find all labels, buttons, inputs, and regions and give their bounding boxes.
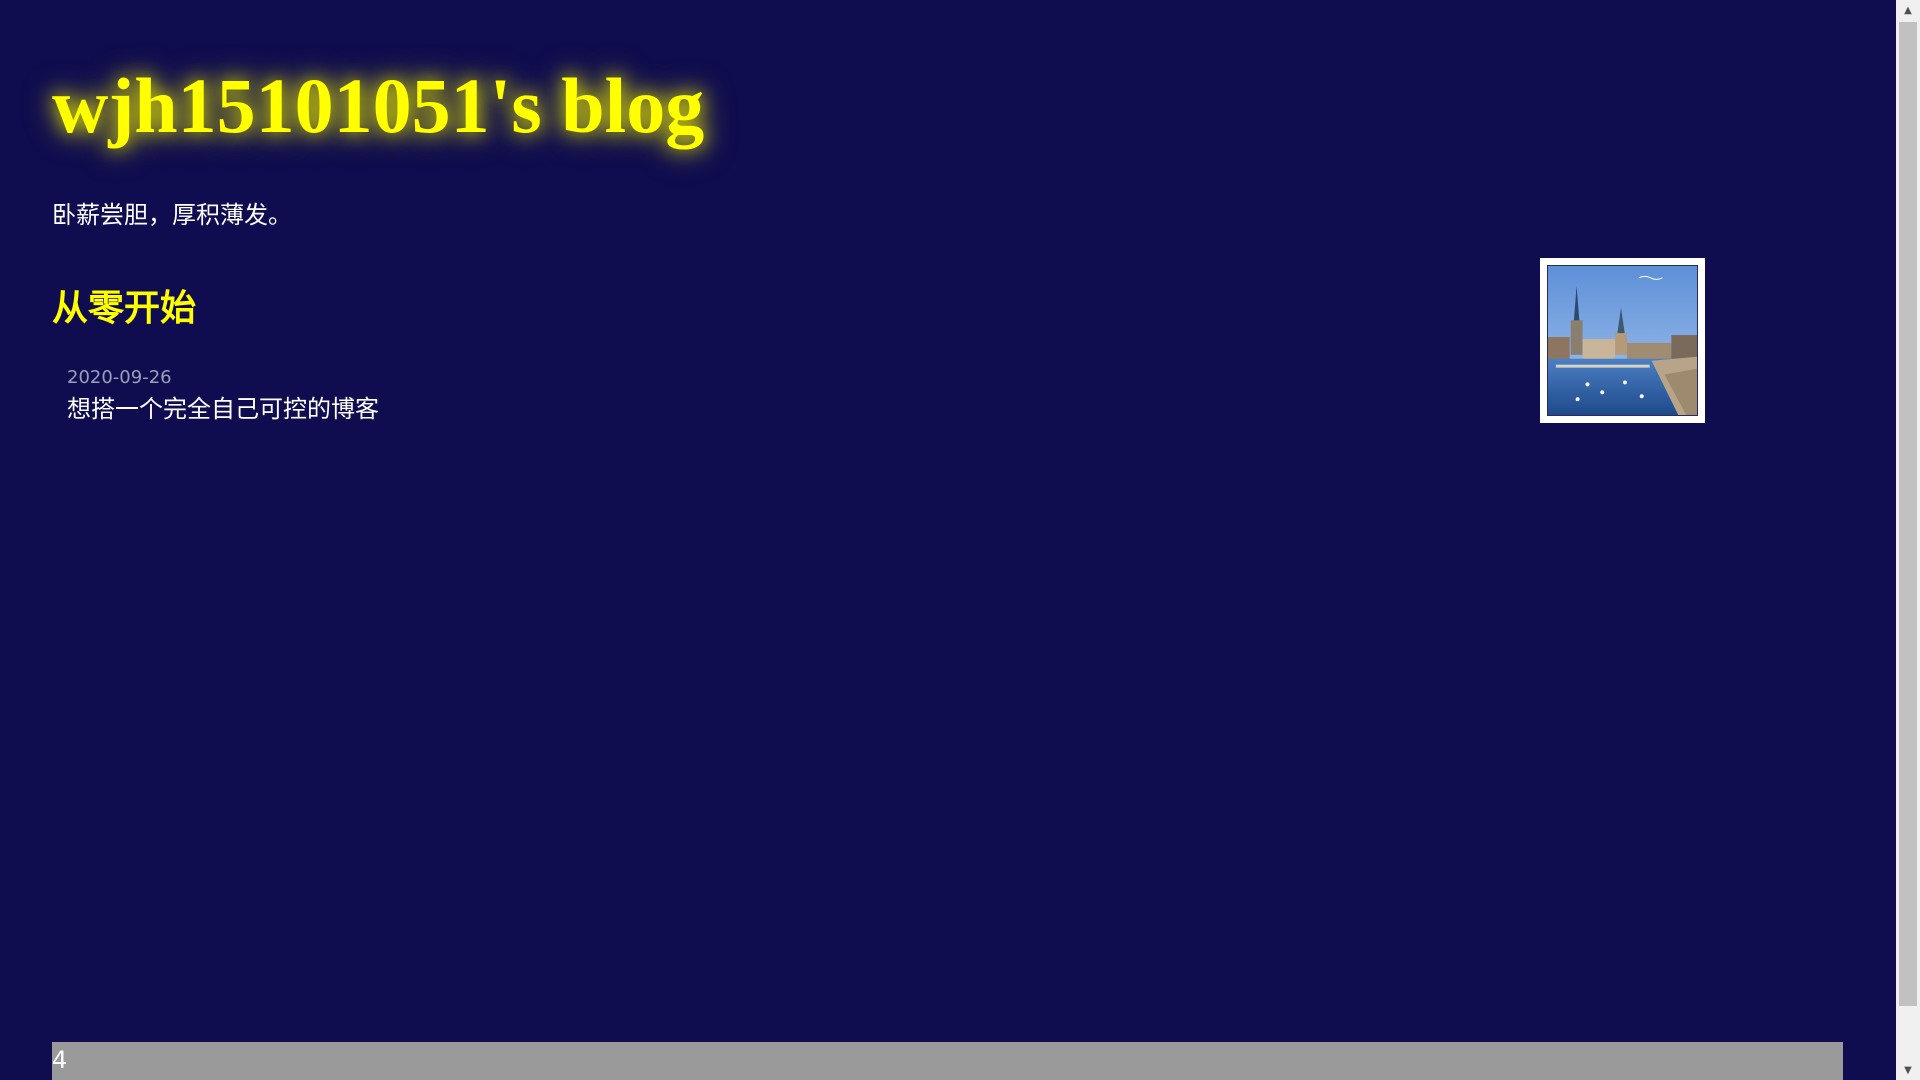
post-item: 2020-09-26 想搭一个完全自己可控的博客 bbox=[67, 365, 379, 425]
post-title-link[interactable]: 想搭一个完全自己可控的博客 bbox=[67, 393, 379, 425]
avatar-image bbox=[1547, 265, 1698, 416]
blog-tagline: 卧薪尝胆，厚积薄发。 bbox=[52, 201, 292, 229]
avatar bbox=[1540, 258, 1705, 423]
blog-title[interactable]: wjh15101051's blog bbox=[52, 56, 704, 156]
post-date: 2020-09-26 bbox=[67, 367, 172, 388]
scroll-thumb[interactable] bbox=[1899, 22, 1917, 1006]
blog-page: wjh15101051's blog 卧薪尝胆，厚积薄发。 从零开始 2020-… bbox=[0, 0, 1896, 1080]
section-title: 从零开始 bbox=[52, 288, 197, 329]
scroll-down-arrow-icon[interactable]: ▼ bbox=[1896, 1060, 1920, 1080]
vertical-scrollbar[interactable]: ▲ ▼ bbox=[1896, 0, 1920, 1080]
footer-text: 4 bbox=[52, 1046, 68, 1074]
footer-bar: 4 bbox=[52, 1042, 1843, 1080]
scroll-up-arrow-icon[interactable]: ▲ bbox=[1896, 0, 1920, 20]
